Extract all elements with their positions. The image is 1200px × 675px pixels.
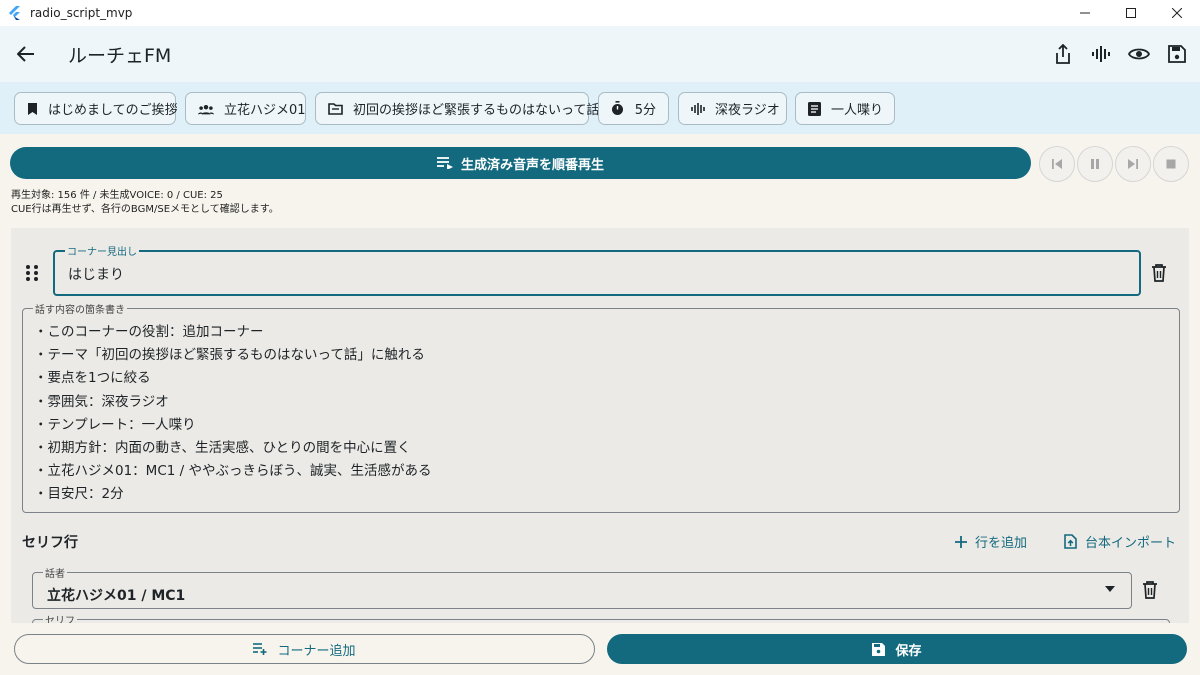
chip-template[interactable]: 一人喋り (795, 92, 895, 125)
add-corner-button[interactable]: コーナー追加 (14, 634, 595, 664)
list-item: ・雰囲気：深夜ラジオ (34, 393, 169, 410)
arrow-back-icon (17, 46, 34, 62)
list-item: ・要点を1つに絞る (34, 370, 151, 387)
drag-handle-icon[interactable] (25, 264, 39, 282)
close-icon (1172, 8, 1182, 18)
stop-icon (1166, 159, 1176, 169)
list-item: ・立花ハジメ01：MC1 / ややぶっきらぼう、誠実、生活感がある (34, 463, 432, 480)
corner-notes-label: 話す内容の箇条書き (33, 301, 127, 316)
dropdown-arrow-icon (1105, 586, 1115, 592)
maximize-button[interactable] (1108, 0, 1154, 26)
list-item: ・初期方針：内面の動き、生活実感、ひとりの間を中心に置く (34, 440, 411, 457)
serif-label: セリフ (43, 612, 77, 623)
save-label: 保存 (895, 643, 922, 659)
delete-corner-button[interactable] (1151, 264, 1167, 286)
window-title: radio_script_mvp (30, 6, 133, 20)
chip-duration[interactable]: 5分 (598, 92, 669, 125)
trash-icon (1143, 581, 1157, 599)
chip-label: 深夜ラジオ (715, 103, 780, 118)
speaker-value: 立花ハジメ01 / MC1 (47, 588, 186, 604)
minimize-icon (1080, 12, 1090, 14)
playback-status-line1: 再生対象: 156 件 / 未生成VOICE: 0 / CUE: 25 (11, 190, 223, 201)
skip-previous-button[interactable] (1039, 146, 1075, 182)
chip-label: 初回の挨拶ほど緊張するものはないって話 (353, 103, 600, 118)
close-window-button[interactable] (1154, 0, 1200, 26)
back-button[interactable] (14, 42, 38, 66)
file-upload-icon (1064, 534, 1077, 549)
skip-next-button[interactable] (1115, 146, 1151, 182)
chip-label: 5分 (634, 103, 656, 118)
window-titlebar: radio_script_mvp (0, 0, 1200, 26)
share-icon (1056, 44, 1070, 64)
list-item: ・テーマ「初回の挨拶ほど緊張するものはないって話」に触れる (34, 347, 425, 364)
delete-line-button[interactable] (1142, 581, 1158, 603)
corner-notes-list: ・このコーナーの役割：追加コーナー ・テーマ「初回の挨拶ほど緊張するものはないっ… (34, 321, 431, 507)
chip-theme[interactable]: 初回の挨拶ほど緊張するものはないって話 (315, 92, 599, 125)
timer-icon (611, 101, 625, 117)
add-row-button[interactable]: 行を追加 (955, 532, 1027, 551)
chip-label: 立花ハジメ01 (224, 103, 306, 118)
play-sequence-button[interactable]: 生成済み音声を順番再生 (10, 147, 1031, 179)
share-button[interactable] (1044, 40, 1082, 68)
save-icon (872, 642, 886, 656)
playback-status: 再生対象: 156 件 / 未生成VOICE: 0 / CUE: 25 CUE行… (11, 189, 279, 217)
minimize-button[interactable] (1062, 0, 1108, 26)
add-corner-label: コーナー追加 (277, 643, 356, 659)
eye-icon (1128, 48, 1150, 60)
page-title: ルーチェFM (68, 45, 172, 67)
list-item: ・このコーナーの役割：追加コーナー (34, 324, 264, 340)
maximize-icon (1126, 8, 1136, 18)
stop-button[interactable] (1153, 146, 1189, 182)
speaker-select[interactable]: 話者 立花ハジメ01 / MC1 (32, 565, 1132, 609)
people-icon (198, 101, 214, 117)
save-icon-button[interactable] (1158, 40, 1196, 68)
list-item: ・テンプレート：一人喋り (34, 416, 196, 433)
list-item: ・目安尺：2分 (34, 486, 124, 503)
corner-heading-value: はじまり (68, 267, 124, 283)
add-row-label: 行を追加 (975, 536, 1028, 551)
playlist-add-icon (253, 643, 267, 655)
chip-label: 一人喋り (831, 103, 884, 118)
chip-label: はじめましてのご挨拶 (48, 103, 178, 118)
skip-previous-icon (1052, 159, 1062, 169)
preview-button[interactable] (1120, 40, 1158, 68)
speaker-label: 話者 (43, 565, 67, 580)
metadata-chip-bar: はじめましてのご挨拶 立花ハジメ01 初回の挨拶ほど緊張するものはないって話 5… (0, 82, 1200, 134)
corner-heading-label: コーナー見出し (65, 243, 139, 258)
pause-icon (1091, 159, 1099, 169)
skip-next-icon (1128, 159, 1138, 169)
corner-editor: コーナー見出し はじまり 話す内容の箇条書き ・このコーナーの役割：追加コーナー… (11, 228, 1189, 623)
corner-notes-field[interactable]: 話す内容の箇条書き ・このコーナーの役割：追加コーナー ・テーマ「初回の挨拶ほど… (22, 301, 1180, 513)
bookmark-icon (27, 101, 38, 117)
chip-personality[interactable]: 立花ハジメ01 (185, 92, 306, 125)
folder-icon (328, 101, 343, 117)
corner-heading-field[interactable]: コーナー見出し はじまり (53, 243, 1141, 296)
trash-icon (1152, 264, 1166, 282)
save-button[interactable]: 保存 (607, 634, 1187, 664)
plus-icon (955, 535, 967, 548)
waveform-icon (691, 101, 705, 117)
playlist-play-icon (436, 157, 453, 169)
pause-button[interactable] (1077, 146, 1113, 182)
app-bar: ルーチェFM (0, 26, 1200, 82)
waveform-icon (1092, 46, 1110, 62)
play-sequence-label: 生成済み音声を順番再生 (460, 157, 604, 173)
chip-episode-title[interactable]: はじめましてのご挨拶 (14, 92, 178, 125)
save-icon (1168, 45, 1186, 63)
flutter-logo-icon (9, 6, 20, 20)
voice-button[interactable] (1082, 40, 1120, 68)
chip-mood[interactable]: 深夜ラジオ (678, 92, 787, 125)
import-script-label: 台本インポート (1085, 536, 1177, 551)
playback-status-line2: CUE行は再生せず、各行のBGM/SEメモとして確認します。 (11, 204, 279, 215)
document-icon (808, 101, 821, 117)
lines-section-title: セリフ行 (22, 535, 78, 551)
import-script-button[interactable]: 台本インポート (1064, 532, 1176, 551)
bottom-action-bar: コーナー追加 保存 (0, 623, 1200, 675)
